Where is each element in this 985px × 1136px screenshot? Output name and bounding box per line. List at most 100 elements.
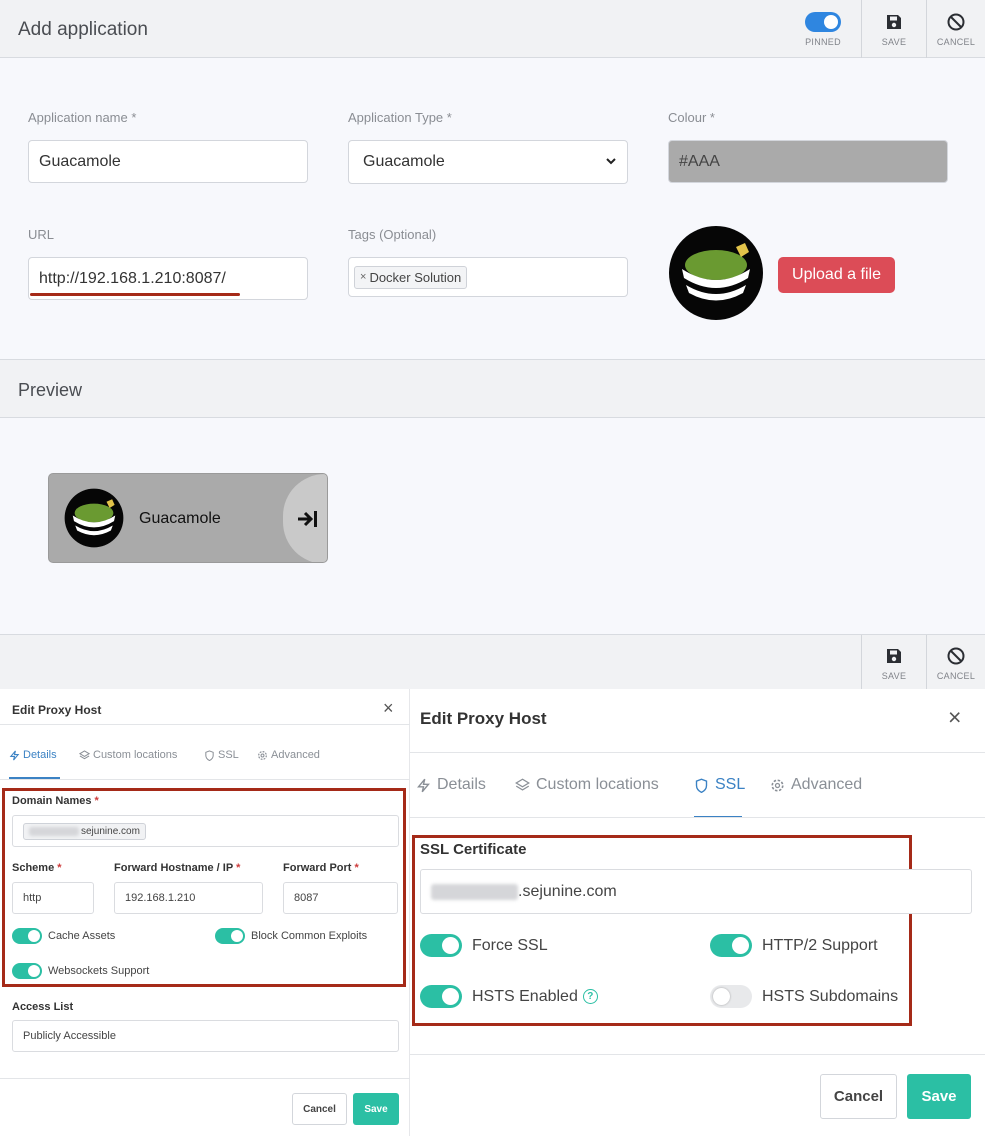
- app-tile-name: Guacamole: [139, 510, 221, 527]
- forward-hostname-input[interactable]: 192.168.1.210: [114, 882, 263, 914]
- force-ssl-toggle[interactable]: Force SSL: [420, 934, 548, 957]
- tag-remove-icon[interactable]: ×: [360, 271, 366, 283]
- edit-proxy-host-ssl-modal: Edit Proxy Host × Details Custom locatio…: [410, 689, 985, 1136]
- save-icon: [887, 15, 901, 29]
- shield-icon: [695, 778, 708, 793]
- tab-ssl-label: SSL: [218, 749, 239, 761]
- tab-ssl[interactable]: SSL: [694, 776, 745, 794]
- colour-input[interactable]: #AAA: [668, 140, 948, 183]
- url-label: URL: [28, 227, 55, 242]
- tab-details[interactable]: Details: [9, 749, 57, 761]
- save-icon: [887, 648, 901, 663]
- help-icon[interactable]: ?: [582, 989, 598, 1004]
- footer-cancel-button[interactable]: CANCEL: [927, 635, 985, 690]
- gear-icon: [258, 750, 267, 760]
- access-list-select[interactable]: Publicly Accessible: [12, 1020, 399, 1052]
- toggle-on-icon: [420, 934, 462, 957]
- domain-value: sejunine.com: [81, 825, 140, 837]
- ssl-certificate-select[interactable]: .sejunine.com: [420, 869, 972, 914]
- domain-names-input[interactable]: sejunine.com: [12, 815, 399, 847]
- cancel-icon: [947, 647, 965, 664]
- modal-title: Edit Proxy Host: [420, 709, 547, 728]
- hsts-enabled-label: HSTS Enabled: [472, 987, 578, 1005]
- toggle-on-icon: [12, 963, 42, 979]
- tab-details-label: Details: [23, 749, 57, 761]
- forward-port-input[interactable]: 8087: [283, 882, 398, 914]
- tab-advanced[interactable]: Advanced: [770, 776, 862, 794]
- save-button[interactable]: SAVE: [862, 0, 926, 58]
- forward-port-label: Forward Port *: [283, 862, 359, 874]
- scheme-label: Scheme *: [12, 862, 62, 874]
- close-icon[interactable]: ×: [948, 704, 961, 731]
- footer-save-button[interactable]: SAVE: [862, 635, 926, 690]
- layers-icon: [79, 749, 90, 759]
- gear-icon: [771, 778, 784, 792]
- url-annotation-underline: [30, 293, 240, 296]
- hsts-subdomains-toggle[interactable]: HSTS Subdomains: [710, 985, 898, 1008]
- hsts-subdomains-label: HSTS Subdomains: [762, 987, 899, 1005]
- app-tile[interactable]: Guacamole: [48, 473, 328, 563]
- domain-chip: sejunine.com: [23, 822, 146, 840]
- block-exploits-toggle[interactable]: Block Common Exploits: [215, 928, 367, 944]
- application-type-select[interactable]: Guacamole: [348, 140, 628, 184]
- close-icon[interactable]: ×: [383, 698, 394, 719]
- toggle-on-icon: [420, 985, 462, 1008]
- preview-title: Preview: [18, 380, 83, 400]
- bolt-icon: [9, 750, 20, 760]
- tags-label: Tags (Optional): [348, 227, 437, 242]
- tags-input[interactable]: × Docker Solution: [348, 257, 628, 297]
- tab-details[interactable]: Details: [416, 776, 486, 794]
- modal-title: Edit Proxy Host: [12, 703, 102, 717]
- footer-toolbar: SAVE CANCEL: [0, 634, 985, 690]
- hsts-enabled-toggle[interactable]: HSTS Enabled ?: [420, 985, 598, 1008]
- redacted-subdomain: [431, 883, 518, 900]
- ssl-certificate-label: SSL Certificate: [420, 841, 527, 858]
- application-form: Application name * Guacamole Application…: [0, 58, 985, 360]
- access-list-label: Access List: [12, 1001, 74, 1013]
- save-label: SAVE: [881, 37, 907, 47]
- tab-custom-locations[interactable]: Custom locations: [79, 749, 177, 761]
- tag-chip: × Docker Solution: [354, 265, 468, 289]
- footer-cancel-label: CANCEL: [936, 670, 976, 681]
- cancel-label: CANCEL: [936, 37, 976, 47]
- toggle-on-icon: [710, 934, 752, 957]
- edit-proxy-host-details-modal: Edit Proxy Host × Details Custom locatio…: [0, 689, 410, 1136]
- http2-toggle[interactable]: HTTP/2 Support: [710, 934, 878, 957]
- pinned-label: PINNED: [805, 37, 841, 47]
- save-button[interactable]: Save: [353, 1093, 399, 1125]
- tag-label: Docker Solution: [369, 269, 462, 285]
- tab-custom-locations[interactable]: Custom locations: [515, 776, 659, 794]
- app-icon-preview: [669, 226, 763, 320]
- tab-advanced-label: Advanced: [791, 776, 863, 793]
- upload-file-button[interactable]: Upload a file: [778, 257, 895, 293]
- application-name-input[interactable]: Guacamole: [28, 140, 308, 183]
- tab-ssl[interactable]: SSL: [204, 749, 239, 761]
- forward-hostname-label: Forward Hostname / IP *: [114, 862, 241, 874]
- toggle-off-icon: [710, 985, 752, 1008]
- tab-advanced-label: Advanced: [271, 749, 320, 761]
- cancel-button[interactable]: CANCEL: [927, 0, 985, 58]
- toggle-switch-icon: [805, 12, 841, 32]
- force-ssl-label: Force SSL: [472, 936, 548, 954]
- app-tile-icon: [64, 488, 124, 548]
- cancel-button[interactable]: Cancel: [292, 1093, 347, 1125]
- http2-label: HTTP/2 Support: [762, 936, 878, 954]
- cache-assets-label: Cache Assets: [48, 930, 116, 942]
- cancel-button[interactable]: Cancel: [820, 1074, 897, 1119]
- app-header: Add application PINNED SAVE CANCEL: [0, 0, 985, 58]
- preview-header: Preview: [0, 360, 985, 418]
- pinned-toggle[interactable]: PINNED: [790, 0, 856, 58]
- block-exploits-label: Block Common Exploits: [251, 930, 368, 942]
- preview-area: Guacamole: [0, 418, 985, 634]
- domain-names-label: Domain Names *: [12, 795, 99, 807]
- shield-icon: [205, 749, 214, 761]
- scheme-input[interactable]: http: [12, 882, 94, 914]
- websockets-label: Websockets Support: [48, 965, 150, 977]
- websockets-toggle[interactable]: Websockets Support: [12, 963, 149, 979]
- toggle-on-icon: [215, 928, 245, 944]
- save-button[interactable]: Save: [907, 1074, 971, 1119]
- cache-assets-toggle[interactable]: Cache Assets: [12, 928, 115, 944]
- tab-advanced[interactable]: Advanced: [257, 749, 320, 761]
- toggle-on-icon: [12, 928, 42, 944]
- tab-ssl-label: SSL: [715, 776, 746, 793]
